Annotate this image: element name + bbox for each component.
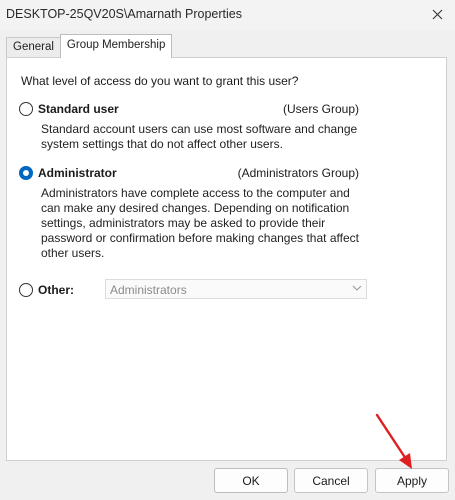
tab-strip: General Group Membership (6, 34, 173, 58)
other-label: Other: (38, 283, 74, 297)
administrator-label: Administrator (38, 166, 117, 180)
other-group-dropdown[interactable]: Administrators (105, 279, 367, 299)
standard-user-label: Standard user (38, 102, 119, 116)
group-membership-panel: What level of access do you want to gran… (6, 57, 447, 461)
tab-general[interactable]: General (6, 37, 61, 58)
tab-group-membership[interactable]: Group Membership (59, 34, 173, 58)
chevron-down-icon (352, 285, 362, 291)
administrator-radio[interactable] (19, 166, 33, 180)
close-button[interactable] (419, 0, 455, 28)
standard-user-radio[interactable] (19, 102, 33, 116)
other-radio[interactable] (19, 283, 33, 297)
close-icon (432, 9, 442, 19)
apply-button[interactable]: Apply (375, 468, 449, 493)
cancel-button[interactable]: Cancel (294, 468, 368, 493)
standard-user-description: Standard account users can use most soft… (41, 122, 358, 151)
standard-user-group: (Users Group) (282, 102, 359, 116)
standard-user-option[interactable]: Standard user (Users Group) (19, 102, 359, 118)
other-option[interactable]: Other: (19, 283, 109, 299)
administrator-description: Administrators have complete access to t… (41, 186, 359, 260)
title-bar: DESKTOP-25QV20S\Amarnath Properties (0, 0, 455, 30)
administrator-option[interactable]: Administrator (Administrators Group) (19, 166, 359, 182)
access-question: What level of access do you want to gran… (21, 74, 299, 88)
other-group-dropdown-value: Administrators (110, 283, 187, 297)
window-title: DESKTOP-25QV20S\Amarnath Properties (6, 7, 242, 21)
administrator-group: (Administrators Group) (237, 166, 359, 180)
ok-button[interactable]: OK (214, 468, 288, 493)
